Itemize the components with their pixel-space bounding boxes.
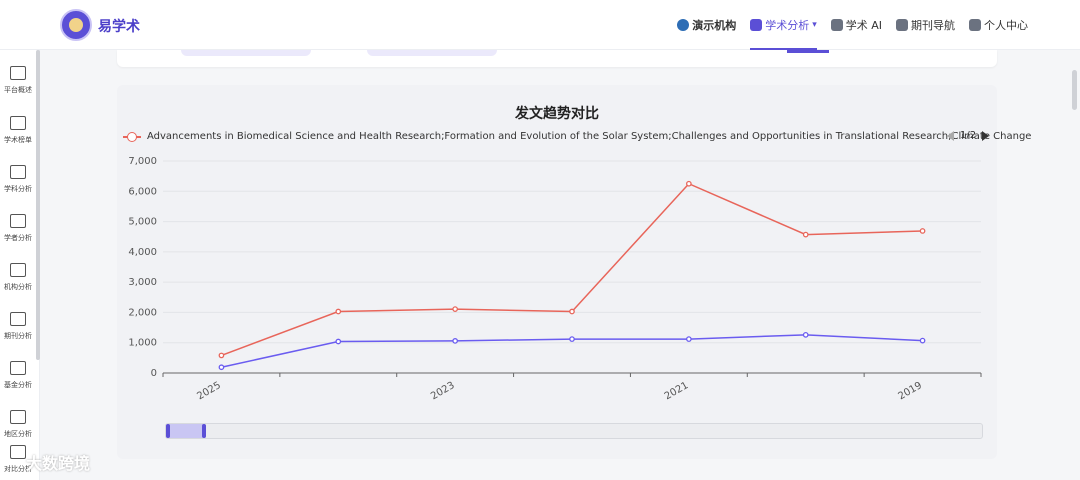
- user-icon: [969, 19, 981, 31]
- top-card: [117, 50, 997, 67]
- building-icon: [10, 263, 26, 277]
- sidebar-item-fund[interactable]: 基金分析: [0, 361, 36, 390]
- ai-icon: [830, 19, 843, 31]
- sidebar-item-label: 学科分析: [4, 185, 32, 193]
- data-point: [218, 364, 225, 371]
- chevron-down-icon: ▾: [812, 20, 817, 30]
- data-point: [452, 306, 458, 312]
- y-tick-label: 1,000: [128, 338, 157, 349]
- watermark: 大数跨境: [26, 454, 91, 473]
- data-zoom-selection[interactable]: [166, 424, 206, 438]
- y-tick-label: 6,000: [128, 186, 157, 197]
- brand-name[interactable]: 易学术: [98, 16, 140, 36]
- top-header: 易学术 演示机构 学术分析 ▾ 学术 AI 期刊导航 个人中心: [0, 0, 1080, 50]
- sidebar-scrollbar[interactable]: [36, 50, 40, 360]
- trend-chart: 0 1,000 2,000 3,000 4,000 5,000 6,000 7,000 2025…: [128, 156, 982, 402]
- y-tick-label: 0: [151, 368, 157, 379]
- sidebar-item-discipline[interactable]: 学科分析: [0, 165, 36, 194]
- data-point: [569, 308, 575, 315]
- x-tick-label: 2023: [429, 380, 457, 402]
- data-point: [802, 331, 809, 338]
- sidebar-item-label: 机构分析: [4, 283, 32, 291]
- chart-icon: [750, 19, 763, 31]
- nav-personal[interactable]: 个人中心: [969, 0, 1028, 50]
- compare-icon: [10, 445, 26, 459]
- sidebar-item-label: 基金分析: [4, 381, 32, 389]
- home-icon: [10, 66, 26, 80]
- data-point: [919, 337, 926, 344]
- data-point: [686, 336, 692, 342]
- hierarchy-icon: [10, 165, 26, 179]
- sidebar-item-label: 地区分析: [4, 430, 32, 438]
- y-tick-label: 4,000: [128, 247, 157, 258]
- y-tick-label: 2,000: [128, 307, 157, 318]
- data-point: [919, 228, 926, 234]
- series-line: [221, 182, 923, 357]
- data-zoom-slider[interactable]: [165, 423, 983, 439]
- data-point: [335, 308, 342, 315]
- data-point: [335, 338, 342, 345]
- page-scrollbar[interactable]: [1072, 70, 1077, 110]
- nav-personal-label: 个人中心: [984, 19, 1028, 32]
- x-tick-label: 2019: [897, 380, 925, 402]
- location-icon: [10, 410, 26, 424]
- sidebar-item-label: 学术榜单: [4, 136, 32, 144]
- data-zoom-handle-right[interactable]: [202, 424, 206, 438]
- sidebar-item-label: 学者分析: [4, 234, 32, 242]
- sidebar: 平台概述 学术榜单 学科分析 学者分析 机构分析 期刊分析 基金分析 地区分析 …: [0, 50, 40, 480]
- x-tick-label: 2021: [663, 380, 691, 402]
- nav-academic-analysis[interactable]: 学术分析 ▾: [750, 0, 817, 50]
- top-nav: 演示机构 学术分析 ▾ 学术 AI 期刊导航 个人中心: [677, 0, 1028, 50]
- x-tick-label: 2025: [195, 380, 223, 402]
- y-tick-label: 5,000: [128, 217, 157, 228]
- sidebar-item-journal[interactable]: 期刊分析: [0, 312, 36, 341]
- data-point: [569, 336, 575, 342]
- sidebar-item-label: 期刊分析: [4, 332, 32, 340]
- list-icon: [10, 116, 26, 130]
- sidebar-item-label: 平台概述: [4, 86, 32, 94]
- institution-icon: [677, 19, 690, 31]
- data-zoom-handle-left[interactable]: [166, 424, 170, 438]
- data-point: [218, 352, 225, 359]
- journal-icon: [10, 312, 26, 326]
- data-point: [802, 231, 809, 238]
- top-card-active-indicator: [787, 50, 829, 53]
- nav-journal[interactable]: 期刊导航: [896, 0, 955, 50]
- nav-journal-label: 期刊导航: [911, 19, 955, 32]
- y-tick-label: 3,000: [128, 277, 157, 288]
- data-point: [686, 180, 692, 187]
- nav-org-label: 演示机构: [692, 19, 737, 32]
- sidebar-item-scholar[interactable]: 学者分析: [0, 214, 36, 243]
- users-icon: [10, 214, 26, 228]
- y-tick-label: 7,000: [128, 156, 157, 167]
- nav-academic-ai-label: 学术 AI: [845, 19, 882, 32]
- logo[interactable]: [60, 9, 92, 41]
- sidebar-item-institution[interactable]: 机构分析: [0, 263, 36, 292]
- money-icon: [10, 361, 26, 375]
- data-point: [452, 338, 458, 344]
- nav-academic-analysis-label: 学术分析: [765, 19, 810, 32]
- sidebar-item-region[interactable]: 地区分析: [0, 410, 36, 439]
- nav-org[interactable]: 演示机构: [677, 0, 736, 50]
- top-card-pill: [181, 50, 311, 56]
- book-icon: [896, 19, 908, 31]
- trend-panel: 发文趋势对比 Advancements in Biomedical Scienc…: [117, 85, 1031, 459]
- top-card-pill: [367, 50, 497, 56]
- sidebar-item-rankings[interactable]: 学术榜单: [0, 116, 36, 145]
- sidebar-item-overview[interactable]: 平台概述: [0, 66, 36, 95]
- nav-academic-ai[interactable]: 学术 AI: [830, 0, 882, 50]
